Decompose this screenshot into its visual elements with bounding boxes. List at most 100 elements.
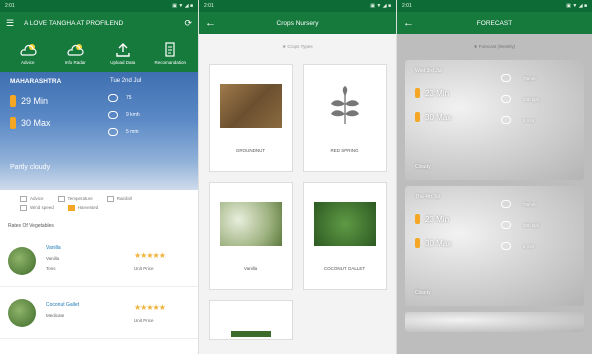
wind-icon	[501, 221, 511, 229]
status-bar: 2:01 ▣ ▼ ◢ ■	[199, 0, 396, 12]
app-bar: ☰ A LOVE TANGHA AT PROFILEND ⟳	[0, 12, 198, 34]
rain-icon	[501, 116, 511, 124]
crop-info: Vanilla Vanilla Tons	[46, 245, 134, 276]
app-bar: ← Crops Nursery	[199, 12, 396, 34]
weather-condition: Partly cloudy	[10, 164, 51, 171]
crop-card[interactable]: Vanilla	[208, 182, 293, 290]
quick-action-label: Advice	[20, 59, 35, 65]
wind-icon	[501, 95, 511, 103]
page-title: FORECAST	[476, 19, 513, 27]
crop-card-label: GROUNDNUT	[235, 147, 266, 153]
crop-info: Coconut Gallet Medicate	[46, 302, 134, 323]
cloud-sun-icon	[20, 43, 37, 56]
legend-item[interactable]: Temperature	[58, 196, 93, 202]
thermometer-icon	[415, 88, 420, 98]
legend-item[interactable]: Rainfall	[107, 196, 132, 202]
subtitle-text: Crops Types	[287, 44, 313, 49]
legend-item[interactable]: Advice	[20, 196, 44, 202]
crop-card[interactable]: RED SPRING	[302, 64, 387, 172]
forecast-date: Thu 4th Jul	[415, 194, 440, 200]
status-bar: 2:01 ▣ ▼ ◢ ■	[397, 0, 592, 12]
list-item[interactable]: Coconut Gallet Medicate ★★★★★ Unit Price	[0, 287, 198, 339]
min-temp: 29 Min	[21, 96, 49, 106]
crop-detail: Tons	[46, 266, 56, 271]
legend-item[interactable]: Harvested	[68, 205, 99, 211]
forecast-date: Wed 3rd Jul	[415, 68, 442, 74]
quick-actions: Advice Info Radar Upload Data Recomandat…	[0, 34, 198, 72]
thermometer-icon	[10, 117, 16, 129]
crop-rate: Unit Price	[134, 265, 154, 271]
crop-card[interactable]: GROUNDNUT	[208, 64, 293, 172]
crops-nursery-screen: 2:01 ▣ ▼ ◢ ■ ← Crops Nursery ❦ Crops Typ…	[198, 0, 396, 354]
subtitle: ❦ Crops Types	[199, 34, 396, 58]
menu-icon[interactable]: ☰	[6, 18, 18, 29]
star-rating[interactable]: ★★★★★	[134, 251, 190, 260]
forecast-condition: Cloudy	[415, 164, 431, 170]
thermometer-icon	[415, 214, 420, 224]
status-time: 2:01	[204, 3, 214, 9]
status-icons: ▣ ▼ ◢ ■	[172, 3, 193, 9]
app-bar: ← FORECAST	[397, 12, 592, 34]
thermometer-icon	[415, 112, 420, 122]
page-title: Crops Nursery	[276, 19, 319, 27]
forecast-max: 30 Max	[415, 238, 574, 248]
thermometer-icon	[10, 95, 16, 107]
forecast-card[interactable]	[405, 312, 584, 332]
crop-detail: Vanilla	[46, 256, 60, 261]
crop-detail: Medicate	[46, 313, 65, 318]
humidity-value: 75mm	[523, 201, 536, 207]
humidity-icon	[108, 94, 118, 102]
document-icon	[165, 41, 175, 57]
status-icons: ▣ ▼ ◢ ■	[370, 3, 391, 9]
status-time: 2:01	[5, 3, 15, 9]
forecast-card[interactable]: Wed 3rd Jul 23 Min 30 Max 75mm 100 kph 5…	[405, 60, 584, 180]
forecast-min: 23 Min	[415, 88, 574, 98]
home-screen: 2:01 ▣ ▼ ◢ ■ ☰ A LOVE TANGHA AT PROFILEN…	[0, 0, 198, 354]
quick-action-upload[interactable]: Upload Data	[103, 42, 143, 65]
crop-name: Coconut Gallet	[46, 302, 80, 308]
quick-action-recommendation[interactable]: Recomandation	[150, 41, 190, 65]
status-bar: 2:01 ▣ ▼ ◢ ■	[0, 0, 198, 12]
plant-icon	[330, 85, 359, 124]
forecast-max-value: 30 Max	[425, 238, 452, 248]
quick-action-label: Info Radar	[64, 59, 86, 65]
forecast-card[interactable]: Thu 4th Jul 23 Min 30 Max 75mm 100 kph 5…	[405, 186, 584, 306]
weather-date: Tue 2nd Jul	[110, 78, 142, 84]
refresh-icon[interactable]: ⟳	[184, 18, 192, 29]
forecast-min: 23 Min	[415, 214, 574, 224]
crop-image	[313, 201, 376, 246]
quick-action-label: Upload Data	[110, 59, 136, 65]
rain-value: 5 mm	[126, 129, 139, 135]
weather-card[interactable]: MAHARASHTRA Tue 2nd Jul 29 Min 30 Max 75…	[0, 72, 198, 190]
legend-item[interactable]: Wind speed	[20, 205, 54, 211]
status-time: 2:01	[402, 3, 412, 9]
crop-image	[219, 201, 282, 246]
subtitle: ❦ Forecast (Weekly)	[397, 34, 592, 54]
back-arrow-icon[interactable]: ←	[205, 17, 217, 29]
crop-image	[219, 83, 282, 128]
humidity-value: 75mm	[523, 75, 536, 81]
rain-icon	[108, 128, 118, 136]
list-item[interactable]: Vanilla Vanilla Tons ★★★★★ Unit Price	[0, 235, 198, 287]
crop-image	[230, 331, 271, 337]
forecast-condition: Cloudy	[415, 290, 431, 296]
crop-card-label: COCONUT GALLET	[323, 265, 366, 271]
crop-card[interactable]: COCONUT GALLET	[302, 182, 387, 290]
subtitle-text: Forecast (Weekly)	[478, 44, 516, 49]
star-rating[interactable]: ★★★★★	[134, 303, 190, 312]
max-temp: 30 Max	[21, 118, 51, 128]
forecast-max: 30 Max	[415, 112, 574, 122]
quick-action-radar[interactable]: Info Radar	[55, 42, 95, 65]
app-title: A LOVE TANGHA AT PROFILEND	[24, 19, 124, 27]
crop-rating-block: ★★★★★ Unit Price	[134, 303, 190, 323]
wind-icon	[108, 111, 118, 119]
humidity-value: 75	[126, 95, 132, 101]
humidity-icon	[501, 200, 511, 208]
crop-thumbnail	[8, 246, 36, 275]
cloud-sun-icon	[67, 43, 84, 56]
back-arrow-icon[interactable]: ←	[403, 17, 415, 29]
quick-action-advice[interactable]: Advice	[8, 42, 48, 65]
weather-details: 75 9 kmh 5 mm	[108, 94, 140, 145]
rain-value: 5 mm	[523, 117, 535, 123]
crop-card[interactable]	[208, 300, 293, 340]
